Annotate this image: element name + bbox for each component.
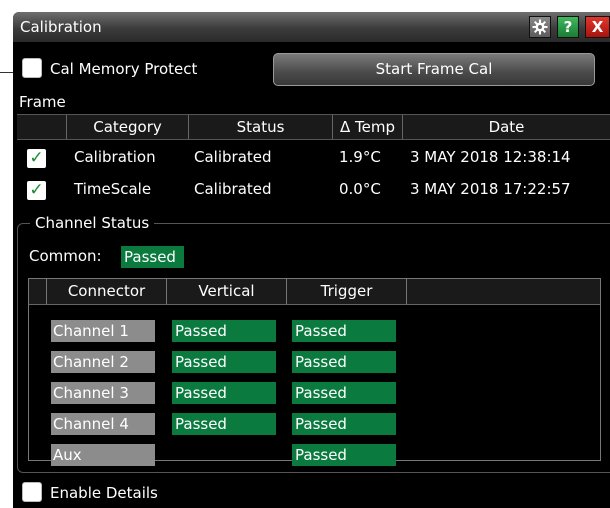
frame-header-status[interactable]: Status	[188, 115, 332, 139]
frame-section-label: Frame	[19, 93, 66, 111]
connector-label: Channel 3	[51, 382, 155, 404]
help-button[interactable]: ?	[557, 16, 579, 38]
frame-header-temp[interactable]: Δ Temp	[332, 115, 402, 139]
channel-header-vertical[interactable]: Vertical	[166, 279, 286, 304]
frame-row-category: Calibration	[74, 148, 156, 166]
title-bar[interactable]: Calibration ? X	[13, 12, 610, 42]
connector-label: Channel 1	[51, 320, 155, 342]
channel-header-spacer	[29, 279, 46, 304]
frame-table-header: Category Status Δ Temp Date	[17, 114, 610, 140]
trigger-status: Passed	[292, 444, 396, 466]
close-button[interactable]: X	[585, 16, 610, 38]
frame-row[interactable]: ✓ Calibration Calibrated 1.9°C 3 MAY 201…	[17, 143, 610, 174]
vertical-status: Passed	[172, 320, 276, 342]
start-frame-cal-button[interactable]: Start Frame Cal	[273, 53, 595, 86]
frame-row-status: Calibrated	[194, 180, 272, 198]
channel-header-connector[interactable]: Connector	[46, 279, 166, 304]
connector-label: Channel 2	[51, 351, 155, 373]
enable-details-label: Enable Details	[50, 484, 158, 502]
trigger-status: Passed	[292, 413, 396, 435]
frame-row-category: TimeScale	[74, 180, 152, 198]
frame-check-column-header	[17, 115, 66, 139]
cal-memory-protect-label: Cal Memory Protect	[50, 60, 198, 78]
vertical-status: Passed	[172, 413, 276, 435]
connector-label: Aux	[51, 444, 155, 466]
enable-details-checkbox[interactable]	[22, 482, 42, 502]
vertical-status: Passed	[172, 351, 276, 373]
channel-table-header: Connector Vertical Trigger	[29, 279, 600, 305]
frame-row[interactable]: ✓ TimeScale Calibrated 0.0°C 3 MAY 2018 …	[17, 175, 610, 206]
trigger-status: Passed	[292, 351, 396, 373]
channel-status-title: Channel Status	[30, 214, 155, 232]
channel-status-group: Channel Status Common: Passed Connector …	[17, 214, 610, 473]
gear-icon[interactable]	[529, 16, 551, 38]
cal-memory-protect-checkbox[interactable]	[22, 58, 42, 78]
check-icon[interactable]: ✓	[27, 149, 46, 168]
channel-header-trigger[interactable]: Trigger	[286, 279, 406, 304]
channel-status-table: Connector Vertical Trigger Channel 1 Pas…	[28, 278, 601, 466]
frame-row-temp: 0.0°C	[339, 180, 381, 198]
frame-row-status: Calibrated	[194, 148, 272, 166]
frame-header-category[interactable]: Category	[66, 115, 188, 139]
trigger-status: Passed	[292, 382, 396, 404]
frame-row-date: 3 MAY 2018 12:38:14	[410, 148, 571, 166]
frame-row-date: 3 MAY 2018 17:22:57	[410, 180, 571, 198]
trigger-status: Passed	[292, 320, 396, 342]
vertical-status: Passed	[172, 382, 276, 404]
common-status-label: Common:	[29, 247, 102, 265]
check-icon[interactable]: ✓	[27, 181, 46, 200]
channel-header-empty	[406, 279, 600, 304]
common-status-badge: Passed	[121, 246, 184, 268]
frame-row-temp: 1.9°C	[339, 148, 381, 166]
frame-header-date[interactable]: Date	[402, 115, 610, 139]
calibration-dialog: Calibration ? X Cal Memory Protect Start…	[13, 12, 610, 508]
connector-label: Channel 4	[51, 413, 155, 435]
dialog-title: Calibration	[20, 18, 102, 36]
